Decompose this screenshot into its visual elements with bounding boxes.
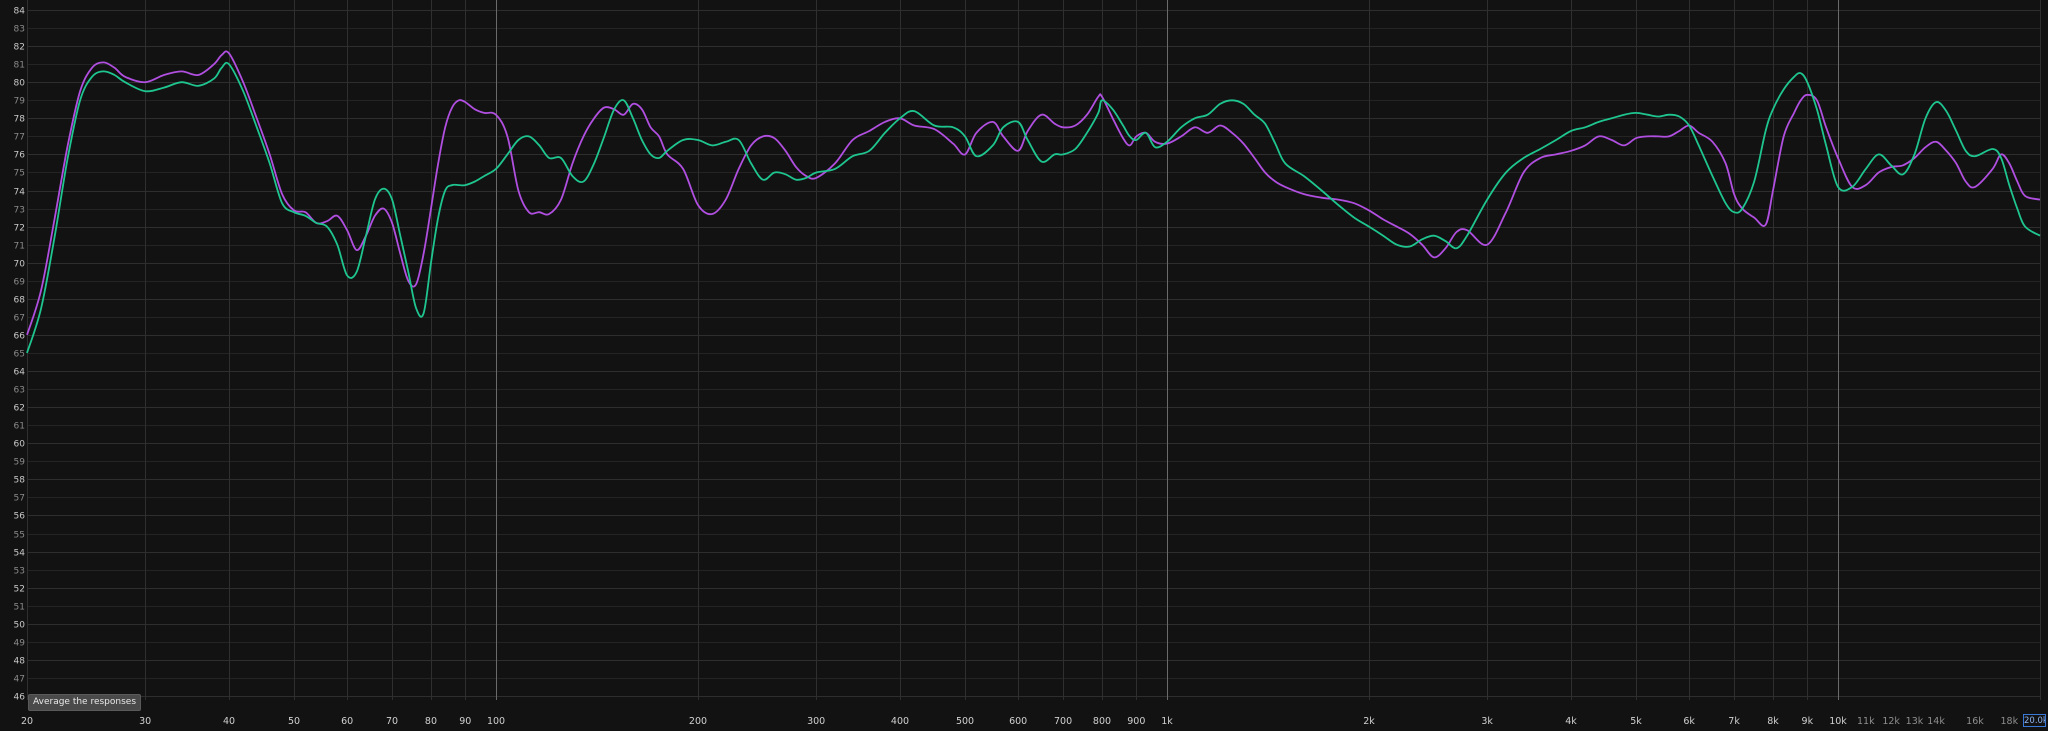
x-tick-label-9k: 9k [1802, 716, 1814, 727]
x-tick-label-700: 700 [1054, 716, 1072, 727]
x-tick-label-3k: 3k [1481, 716, 1493, 727]
y-tick-label-74: 74 [14, 188, 26, 198]
x-tick-label-10k: 10k [1829, 716, 1847, 727]
x-tick-label-800: 800 [1093, 716, 1111, 727]
y-tick-label-67: 67 [14, 314, 25, 324]
y-tick-label-53: 53 [14, 567, 25, 577]
y-tick-label-78: 78 [14, 115, 26, 125]
y-tick-label-51: 51 [14, 603, 25, 613]
x-tick-label-70: 70 [386, 716, 398, 727]
y-tick-label-52: 52 [14, 585, 25, 595]
x-tick-label-1k: 1k [1161, 716, 1173, 727]
y-tick-label-50: 50 [14, 621, 26, 631]
x-tick-label-20: 20 [21, 716, 33, 727]
tooltip-average-responses: Average the responses [28, 694, 142, 711]
x-tick-label-8k: 8k [1767, 716, 1779, 727]
y-tick-label-66: 66 [14, 332, 26, 342]
y-tick-label-83: 83 [14, 25, 25, 35]
x-tick-label-90: 90 [459, 716, 471, 727]
y-tick-label-75: 75 [14, 169, 25, 179]
x-tick-label-900: 900 [1127, 716, 1145, 727]
x-tick-label-60: 60 [341, 716, 353, 727]
x-tick-label-18k: 18k [2000, 716, 2018, 727]
x-tick-label-100: 100 [487, 716, 505, 727]
x-tick-label-400: 400 [891, 716, 909, 727]
y-tick-label-59: 59 [14, 458, 26, 468]
y-tick-label-68: 68 [14, 296, 26, 306]
x-tick-label-30: 30 [139, 716, 151, 727]
x-tick-label-4k: 4k [1565, 716, 1577, 727]
x-tick-label-500: 500 [956, 716, 974, 727]
y-tick-label-48: 48 [14, 657, 26, 667]
x-tick-label-14k: 14k [1927, 716, 1945, 727]
y-tick-label-64: 64 [14, 368, 26, 378]
y-tick-label-46: 46 [14, 693, 26, 703]
y-tick-label-73: 73 [14, 206, 25, 216]
x-tick-label-11k: 11k [1857, 716, 1875, 727]
x-tick-label-80: 80 [425, 716, 437, 727]
y-tick-label-70: 70 [14, 260, 26, 270]
x-tick-label-300: 300 [807, 716, 825, 727]
x-tick-label-7k: 7k [1728, 716, 1740, 727]
y-tick-label-71: 71 [14, 242, 25, 252]
x-tick-label-13k: 13k [1906, 716, 1924, 727]
x-tick-label-200: 200 [689, 716, 707, 727]
y-tick-label-57: 57 [14, 494, 25, 504]
y-tick-label-79: 79 [14, 97, 26, 107]
plot-background [0, 0, 2048, 731]
frequency-end-field[interactable]: 20.0k [2023, 714, 2046, 727]
y-tick-label-54: 54 [14, 549, 26, 559]
y-tick-label-80: 80 [14, 79, 26, 89]
x-tick-label-16k: 16k [1966, 716, 1984, 727]
x-tick-label-50: 50 [288, 716, 300, 727]
x-tick-label-5k: 5k [1630, 716, 1642, 727]
chart-canvas[interactable]: 46 47 48 49 50 51 52 53 54 55 56 57 58 59 60 61 62 63 64 65… [0, 0, 2048, 731]
y-tick-label-77: 77 [14, 133, 25, 143]
x-tick-label-40: 40 [223, 716, 235, 727]
x-tick-label-12k: 12k [1882, 716, 1900, 727]
y-tick-label-49: 49 [14, 639, 26, 649]
y-tick-label-81: 81 [14, 61, 25, 71]
y-tick-label-56: 56 [14, 512, 26, 522]
y-tick-label-58: 58 [14, 476, 26, 486]
y-tick-label-60: 60 [14, 440, 26, 450]
y-tick-label-63: 63 [14, 386, 25, 396]
y-tick-label-84: 84 [14, 7, 26, 17]
y-tick-label-69: 69 [14, 278, 26, 288]
x-tick-label-600: 600 [1009, 716, 1027, 727]
y-tick-label-47: 47 [14, 675, 25, 685]
y-tick-label-76: 76 [14, 151, 26, 161]
x-tick-label-2k: 2k [1363, 716, 1375, 727]
y-tick-label-82: 82 [14, 43, 25, 53]
y-tick-label-65: 65 [14, 350, 25, 360]
frequency-response-chart[interactable]: 46 47 48 49 50 51 52 53 54 55 56 57 58 59 60 61 62 63 64 65… [0, 0, 2048, 731]
x-tick-label-6k: 6k [1683, 716, 1695, 727]
y-tick-label-55: 55 [14, 531, 25, 541]
y-tick-label-61: 61 [14, 422, 25, 432]
y-tick-label-72: 72 [14, 224, 25, 234]
y-tick-label-62: 62 [14, 404, 25, 414]
